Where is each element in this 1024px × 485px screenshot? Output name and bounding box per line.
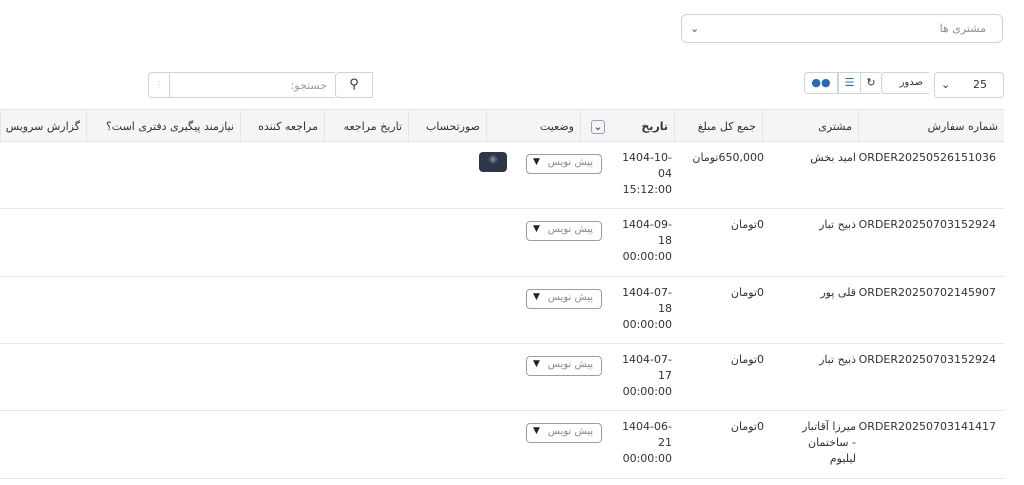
caret-down-icon: ▼ [533, 426, 540, 436]
search-icon: ⚲ [349, 77, 359, 92]
table-row[interactable]: ORDER20250702145907 قلی پور 0تومان 1404-… [0, 277, 1004, 344]
order-date: 1404-06-21 00:00:00 [622, 420, 672, 465]
table-row[interactable]: ORDER20250703152924 ذبیح تبار 0تومان 140… [0, 209, 1004, 277]
caret-down-icon: ▼ [533, 292, 540, 302]
total-amount: 650,000تومان [692, 151, 764, 164]
chevron-down-icon: ⌄ [941, 78, 951, 91]
sort-chevron-icon[interactable]: ⌄ [591, 120, 605, 134]
users-icon: ●● [811, 76, 831, 89]
page-size-value: 25 [973, 78, 987, 91]
search-button[interactable]: ⚲ [335, 72, 373, 98]
page-size-select[interactable]: 25 ⌄ [934, 72, 1004, 98]
order-number: ORDER20250526151036 [858, 151, 996, 164]
column-header-date[interactable]: تاریخ ⌄ [580, 110, 674, 143]
chevron-down-icon: ⌄ [690, 22, 700, 35]
column-header-order[interactable]: شماره سفارش [858, 110, 1004, 143]
column-header-visitor[interactable]: مراجعه کننده [240, 110, 324, 143]
customer-name: قلی پور [820, 286, 856, 299]
column-header-amount[interactable]: جمع کل مبلغ [674, 110, 762, 143]
order-number: ORDER20250703141417 [858, 420, 996, 433]
total-amount: 0تومان [730, 218, 764, 231]
invoice-view-button[interactable]: ◉ [479, 152, 507, 172]
refresh-icon: ↻ [866, 76, 876, 89]
customer-filter-select[interactable]: مشتری ها ⌄ [681, 14, 1003, 43]
customer-name: میرزا آقاتبار - ساختمان لیلیوم [802, 420, 856, 465]
table-header: شماره سفارش مشتری جمع کل مبلغ تاریخ ⌄ وض… [0, 109, 1004, 143]
order-number: ORDER20250703152924 [858, 218, 996, 231]
table-row[interactable]: ORDER20250703141417 میرزا آقاتبار - ساخت… [0, 411, 1004, 479]
status-dropdown[interactable]: پیش نویس ▼ [526, 423, 602, 443]
issue-button[interactable]: صدور [881, 72, 929, 94]
column-header-visit-date[interactable]: تاریخ مراجعه [324, 110, 408, 143]
column-header-service-report[interactable]: گزارش سرویس [0, 110, 86, 143]
refresh-button[interactable]: ↻ [860, 72, 881, 94]
checklist-icon: ☰ [844, 76, 855, 89]
total-amount: 0تومان [730, 353, 764, 366]
eye-icon: ◉ [488, 154, 498, 165]
column-header-customer[interactable]: مشتری [762, 110, 858, 143]
customer-filter-label: مشتری ها [939, 22, 986, 35]
search-options-button[interactable]: ⋮ [148, 72, 169, 98]
issue-button-label: صدور [899, 77, 923, 88]
column-list-button[interactable]: ☰ [838, 72, 860, 94]
table-row[interactable]: ORDER20250526151036 امید بخش 650,000توما… [0, 142, 1004, 209]
order-date: 1404-09-18 00:00:00 [622, 218, 672, 263]
status-dropdown[interactable]: پیش نویس ▼ [526, 289, 602, 309]
column-header-needs-followup[interactable]: نیازمند پیگیری دفتری است؟ [86, 110, 240, 143]
status-dropdown[interactable]: پیش نویس ▼ [526, 356, 602, 376]
search-input[interactable] [170, 73, 335, 97]
total-amount: 0تومان [730, 286, 764, 299]
status-dropdown[interactable]: پیش نویس ▼ [526, 154, 602, 174]
order-date: 1404-07-18 00:00:00 [622, 286, 672, 331]
caret-down-icon: ▼ [533, 157, 540, 167]
order-number: ORDER20250702145907 [858, 286, 996, 299]
order-date: 1404-07-17 00:00:00 [622, 353, 672, 398]
customer-name: ذبیح تبار [819, 353, 856, 366]
caret-down-icon: ▼ [533, 359, 540, 369]
status-dropdown[interactable]: پیش نویس ▼ [526, 221, 602, 241]
order-number: ORDER20250703152924 [858, 353, 996, 366]
column-header-status[interactable]: وضعیت [486, 110, 580, 143]
chevron-down-icon: ⋮ [155, 80, 163, 89]
search-input-wrapper [169, 72, 335, 98]
customer-name: ذبیح تبار [819, 218, 856, 231]
column-header-invoice[interactable]: صورتحساب [408, 110, 486, 143]
order-date: 1404-10-04 15:12:00 [622, 151, 672, 196]
users-button[interactable]: ●● [804, 72, 838, 94]
caret-down-icon: ▼ [533, 224, 540, 234]
table-row[interactable]: ORDER20250703152924 ذبیح تبار 0تومان 140… [0, 344, 1004, 411]
customer-name: امید بخش [810, 151, 856, 164]
total-amount: 0تومان [730, 420, 764, 433]
